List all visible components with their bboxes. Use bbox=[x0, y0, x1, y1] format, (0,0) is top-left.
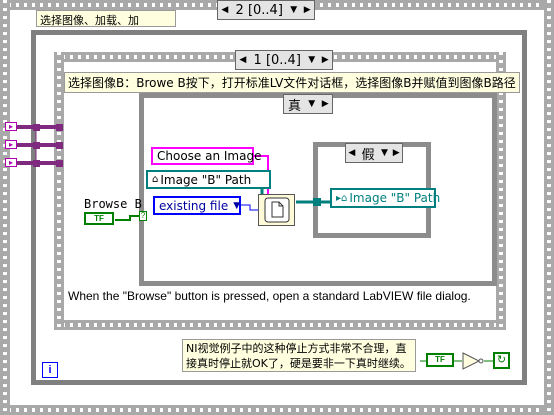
input-terminal-2[interactable]: ▸ bbox=[5, 140, 17, 149]
local-variable-icon: ▸⌂ bbox=[336, 192, 348, 204]
input-terminal-3[interactable]: ▸ bbox=[5, 158, 17, 167]
loop-tunnel-3 bbox=[33, 160, 40, 167]
sequence-tunnel-1 bbox=[56, 124, 63, 131]
input-terminal-1[interactable]: ▸ bbox=[5, 122, 17, 131]
existing-file-enum-constant[interactable]: existing file ▼ bbox=[153, 196, 241, 215]
browse-b-label: Browse B bbox=[84, 197, 142, 211]
image-b-path-local-variable[interactable]: ▸⌂ Image "B" Path bbox=[330, 188, 440, 208]
stop-note-line-1: NI视觉例子中的这种停止方式非常不合理，直 bbox=[186, 342, 407, 355]
loop-tunnel-2 bbox=[33, 142, 40, 149]
stop-note-line-2: 接真时停止就OK了，硬是要非一下真时继续。 bbox=[186, 357, 411, 370]
image-b-path-ref-label: Image "B" Path bbox=[160, 172, 252, 187]
image-b-path-reference[interactable]: ⌂ Image "B" Path bbox=[146, 170, 271, 189]
choose-image-string-constant[interactable]: Choose an Image bbox=[151, 147, 261, 165]
existing-file-label: existing file bbox=[159, 198, 229, 213]
browse-comment: When the "Browse" button is pressed, ope… bbox=[68, 289, 471, 303]
case-path-tunnel bbox=[313, 198, 321, 206]
case-selector-terminal: ? bbox=[139, 211, 147, 221]
enum-dropdown-icon[interactable]: ▼ bbox=[233, 201, 240, 211]
browse-b-boolean-terminal[interactable]: TF bbox=[84, 212, 114, 225]
sequence-tunnel-2 bbox=[56, 142, 63, 149]
file-dialog-icon bbox=[264, 197, 289, 223]
reference-icon: ⌂ bbox=[152, 174, 159, 185]
file-dialog-node[interactable] bbox=[258, 194, 295, 226]
not-gate-icon[interactable] bbox=[462, 352, 484, 370]
stop-note-comment: NI视觉例子中的这种停止方式非常不合理，直 接真时停止就OK了，硬是要非一下真时… bbox=[182, 339, 416, 372]
loop-condition-terminal[interactable]: ↻ bbox=[493, 352, 510, 369]
image-b-path-local-label: Image "B" Path bbox=[349, 191, 441, 205]
loop-tunnel-1 bbox=[33, 124, 40, 131]
stop-boolean-constant[interactable]: TF bbox=[426, 353, 454, 367]
iteration-terminal-icon[interactable]: i bbox=[42, 362, 58, 378]
sequence-tunnel-3 bbox=[56, 160, 63, 167]
